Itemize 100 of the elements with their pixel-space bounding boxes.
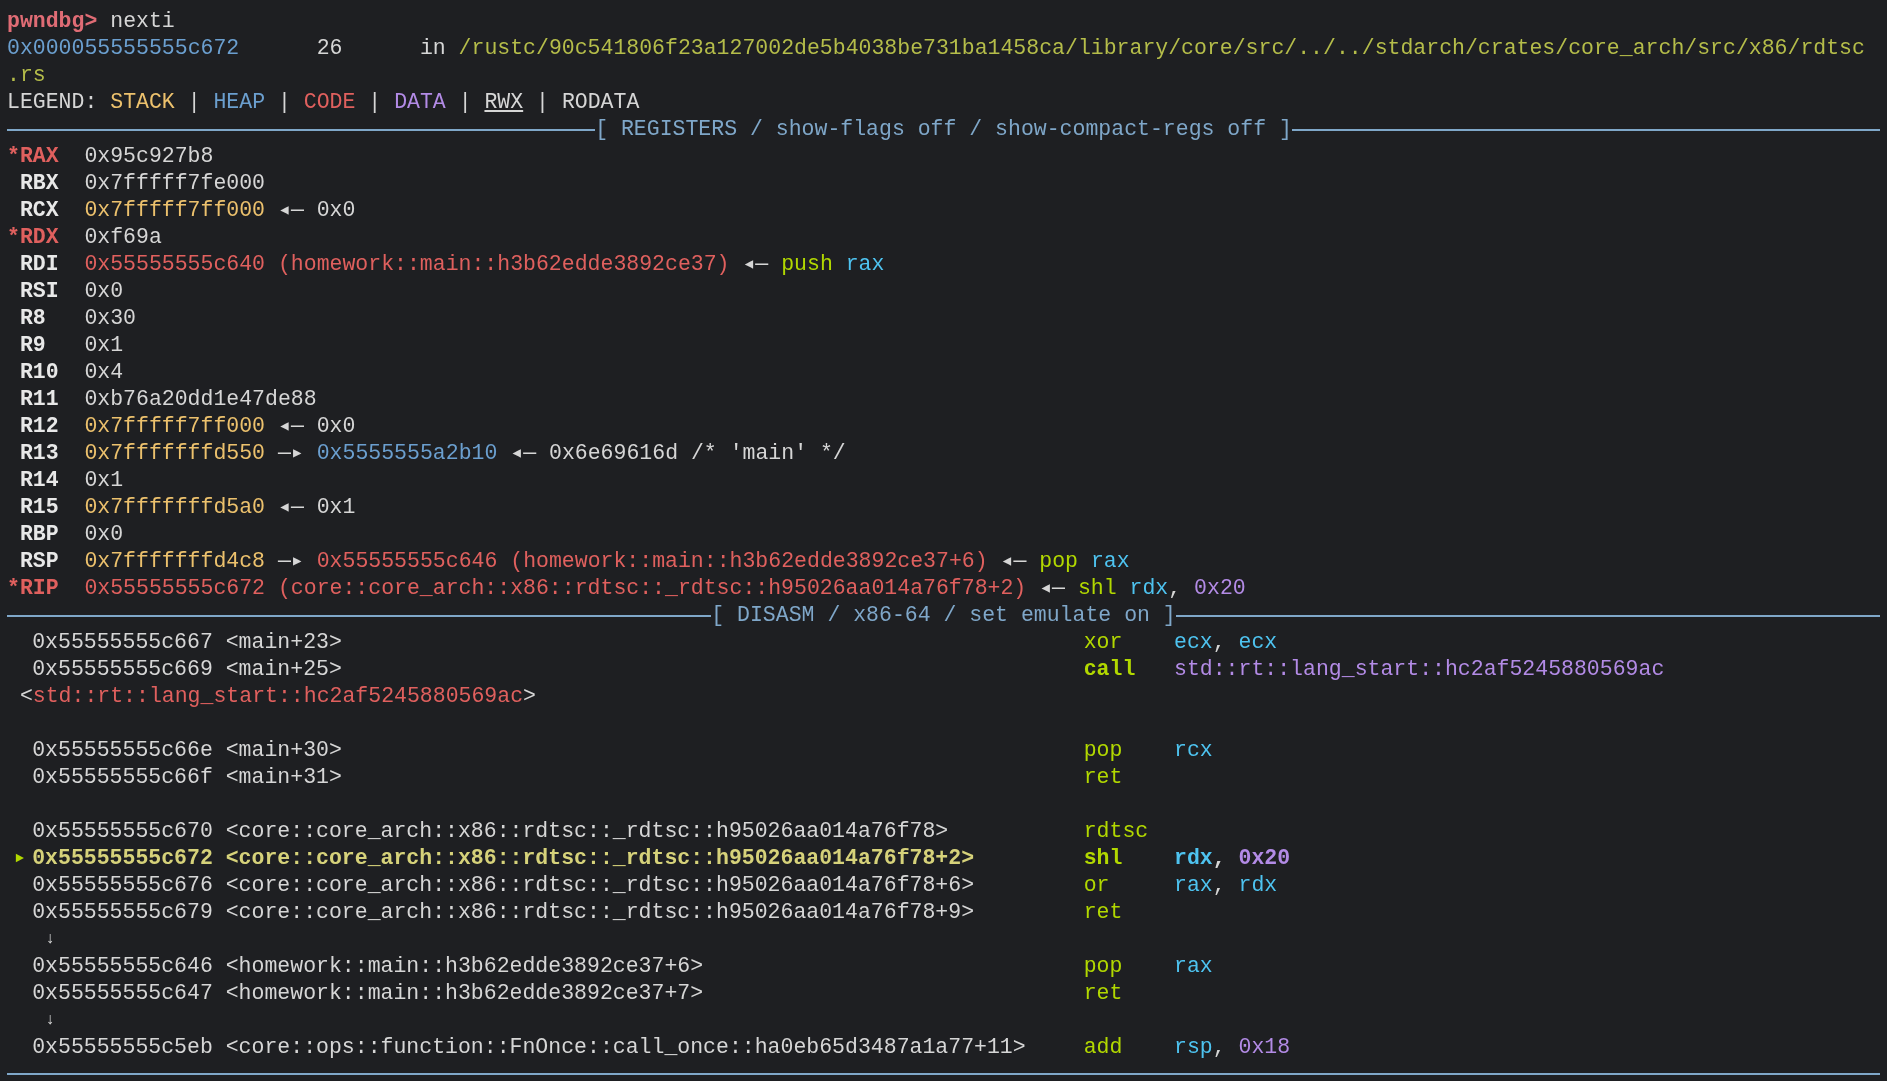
instruction-address: 0x55555555c676 (32, 873, 213, 897)
register-name: RDI (19, 251, 60, 278)
register-name: R13 (19, 440, 60, 467)
symbol-offset: <main+31> (225, 765, 342, 789)
register-operand: rcx (1174, 738, 1213, 762)
register-operand: rdx (1174, 846, 1213, 870)
register-name: R8 (19, 305, 47, 332)
comma-text: , (1212, 630, 1226, 654)
value-text: 0x0 (84, 521, 124, 548)
instruction-address: 0x55555555c5eb (32, 1035, 213, 1059)
chain-arrow: —▸ (277, 548, 304, 575)
mnemonic-text: ret (1083, 980, 1124, 1007)
register-name: R9 (19, 332, 47, 359)
register-operand: rax (1090, 548, 1130, 575)
value-text: 0x1 (316, 494, 356, 521)
section-title: [ REGISTERS / show-flags off / show-compact-regs off ] (595, 116, 1292, 143)
value-text: 0x1 (84, 467, 124, 494)
stack-pointer: 0x7fffff7ff000 (84, 197, 266, 224)
code-pointer: 0x55555555c640 (homework::main::h3b62edde3892ce37) (84, 251, 730, 278)
symbol-offset: <core::core_arch::x86::rdtsc::_rdtsc::h95026aa014a76f78> (225, 819, 949, 843)
legend-item: HEAP (213, 89, 266, 116)
instruction-address: 0x55555555c679 (32, 900, 213, 924)
instruction-address: 0x55555555c66f (32, 765, 213, 789)
address-text: 0x000055555555c672 (7, 35, 240, 62)
mnemonic-text: pop (1039, 548, 1078, 575)
register-name: RSI (19, 278, 60, 305)
legend-item: STACK (110, 89, 175, 116)
comma-text: , (1212, 1035, 1226, 1059)
mnemonic-text: rdtsc (1083, 818, 1150, 845)
legend-separator: | (187, 89, 201, 116)
register-operand: rax (845, 251, 885, 278)
value-text: 0x6e69616d /* 'main' */ (549, 440, 846, 467)
mnemonic-text: pop (1083, 737, 1124, 764)
instruction-address: 0x55555555c672 (32, 846, 213, 870)
mnemonic-text: ret (1083, 899, 1124, 926)
value-text: 0x7fffff7fe000 (84, 170, 266, 197)
register-operand: rax (1174, 873, 1213, 897)
legend-separator: | (458, 89, 472, 116)
register-name: RBX (19, 170, 60, 197)
register-name: RAX (19, 143, 60, 170)
instruction-address: 0x55555555c669 (32, 657, 213, 681)
mnemonic-text: or (1083, 872, 1111, 899)
immediate-value: 0x20 (1194, 575, 1246, 602)
chain-arrow: —▸ (277, 440, 304, 467)
register-name: R12 (19, 413, 60, 440)
mnemonic-text: pop (1083, 953, 1124, 980)
symbol-offset: <core::core_arch::x86::rdtsc::_rdtsc::h95026aa014a76f78+9> (225, 900, 975, 924)
comma-text: , (1168, 575, 1182, 602)
comma-text: , (1212, 846, 1226, 870)
value-text: 0x30 (84, 305, 136, 332)
prompt-text: pwndbg> (7, 8, 98, 35)
value-text: 0x0 (316, 413, 356, 440)
section-title: [ DISASM / x86-64 / set emulate on ] (711, 602, 1176, 629)
value-text: 0x95c927b8 (84, 143, 214, 170)
mnemonic-text: push (781, 251, 833, 278)
legend-item: CODE (303, 89, 356, 116)
register-name: RBP (19, 521, 60, 548)
command-text: nexti (110, 8, 175, 35)
legend-item: DATA (394, 89, 446, 116)
instruction-address: 0x55555555c667 (32, 630, 213, 654)
value-text: 0x0 (84, 278, 124, 305)
mnemonic-text: shl (1083, 845, 1124, 872)
stack-pointer: 0x7fffffffd5a0 (84, 494, 266, 521)
current-marker: ► (15, 849, 24, 868)
chain-arrow: ◂— (742, 251, 769, 278)
symbol-offset: <main+30> (225, 738, 342, 762)
stack-pointer: 0x7fffff7ff000 (84, 413, 266, 440)
mnemonic-text: shl (1077, 575, 1117, 602)
instruction-address: 0x55555555c66e (32, 738, 213, 762)
source-path: .rs (7, 62, 46, 89)
legend-item: RODATA (561, 89, 640, 116)
register-operand: rdx (1129, 575, 1169, 602)
chain-arrow: ◂— (277, 494, 304, 521)
mnemonic-text: xor (1083, 629, 1124, 656)
stack-pointer: 0x7fffffffd4c8 (84, 548, 266, 575)
chain-arrow: ◂— (277, 197, 304, 224)
register-name: RDX (19, 224, 60, 251)
mnemonic-text: ret (1083, 764, 1124, 791)
jump-arrow: ↓ (45, 1010, 55, 1031)
code-pointer: 0x55555555c646 (homework::main::h3b62edde3892ce37+6) (316, 548, 988, 575)
changed-marker: * (7, 143, 20, 170)
symbol-offset: <core::core_arch::x86::rdtsc::_rdtsc::h95026aa014a76f78+2> (225, 846, 975, 870)
symbol-offset: <core::core_arch::x86::rdtsc::_rdtsc::h95026aa014a76f78+6> (225, 873, 975, 897)
value-text: 0xf69a (84, 224, 162, 251)
value-text: 0x4 (84, 359, 124, 386)
value-text: 0x0 (316, 197, 356, 224)
chain-arrow: ◂— (510, 440, 537, 467)
immediate-value: 0x20 (1238, 846, 1291, 870)
symbol-text: std::rt::lang_start::hc2af5245880569ac (1174, 657, 1665, 681)
register-name: R15 (19, 494, 60, 521)
source-path: /rustc/90c541806f23a127002de5b4038be731ba1458ca/library/core/src/../../stdarch/crates/core_arch/src/x86/rdtsc (458, 35, 1865, 62)
symbol-offset: <main+25> (225, 657, 342, 681)
immediate-value: 0x18 (1238, 1035, 1291, 1059)
mnemonic-text: add (1083, 1034, 1124, 1061)
symbol-offset: <main+23> (225, 630, 342, 654)
chain-arrow: ◂— (277, 413, 304, 440)
heap-pointer: 0x5555555a2b10 (316, 440, 498, 467)
legend-separator: | (536, 89, 549, 116)
register-name: R10 (19, 359, 60, 386)
symbol-offset: <core::ops::function::FnOnce::call_once::ha0eb65d3487a1a77+11> (225, 1035, 1026, 1059)
